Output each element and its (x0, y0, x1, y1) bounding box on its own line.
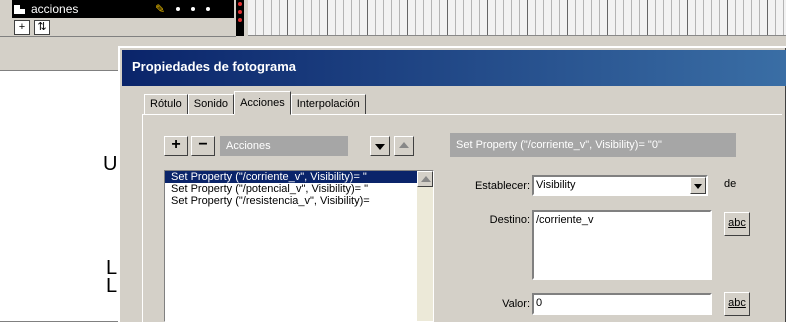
tab-interpolacion[interactable]: Interpolación (290, 94, 366, 114)
plus-icon: + (171, 136, 181, 153)
tab-acciones[interactable]: Acciones (234, 91, 291, 115)
tab-rotulo[interactable]: Rótulo (144, 94, 188, 114)
actions-list[interactable]: Set Property ("/corriente_v", Visibility… (164, 170, 434, 322)
list-item[interactable]: Set Property ("/resistencia_v", Visibili… (165, 195, 417, 207)
layer-row[interactable]: acciones ✎ (12, 0, 234, 18)
arrow-up-icon (399, 142, 409, 148)
pencil-icon[interactable]: ✎ (155, 3, 165, 15)
tab-strip: Rótulo Sonido Acciones Interpolación (144, 91, 366, 115)
list-scrollbar[interactable] (417, 171, 433, 321)
layer-name: acciones (31, 2, 79, 16)
remove-action-button[interactable]: − (191, 136, 215, 156)
add-layer-icon[interactable]: + (14, 20, 30, 35)
arrow-down-icon (375, 144, 385, 150)
property-select[interactable]: Visibility (532, 175, 708, 196)
value-field[interactable]: 0 (532, 293, 712, 315)
expression-button[interactable]: abc (724, 212, 750, 236)
actions-dropdown[interactable]: Acciones (220, 136, 348, 156)
action-detail-header: Set Property ("/corriente_v", Visibility… (450, 133, 736, 157)
outline-dot[interactable] (206, 7, 210, 11)
timeline-divider (0, 36, 236, 37)
lock-dot[interactable] (191, 7, 195, 11)
list-item[interactable]: Set Property ("/corriente_v", Visibility… (165, 171, 417, 183)
stage: U L L (0, 70, 122, 322)
title-bar[interactable]: Propiedades de fotograma (122, 50, 786, 86)
arrow-up-icon (421, 176, 431, 182)
keyframe-marker[interactable] (236, 0, 244, 36)
add-action-button[interactable]: + (164, 136, 188, 156)
tab-sonido[interactable]: Sonido (187, 94, 235, 114)
list-item[interactable]: Set Property ("/potencial_v", Visibility… (165, 183, 417, 195)
stage-text: U (103, 153, 118, 175)
de-label: de (724, 178, 737, 190)
move-up-button[interactable] (394, 136, 414, 156)
property-select-value: Visibility (536, 179, 576, 191)
target-field[interactable]: /corriente_v (532, 210, 712, 280)
valor-label: Valor: (502, 298, 530, 310)
add-guide-layer-icon[interactable]: ⇅ (34, 20, 50, 35)
stage-text: L (106, 275, 118, 297)
establecer-label: Establecer: (474, 180, 530, 192)
destino-label: Destino: (489, 214, 530, 226)
dialog-title: Propiedades de fotograma (132, 59, 296, 74)
minus-icon: − (198, 136, 208, 153)
visibility-dot[interactable] (176, 7, 180, 11)
scroll-up-button[interactable] (417, 171, 433, 187)
layer-icon (14, 4, 25, 14)
frames-grid[interactable] (248, 0, 786, 36)
select-arrow-button[interactable] (690, 177, 706, 194)
move-down-button[interactable] (370, 136, 390, 156)
value-expression-button[interactable]: abc (724, 292, 750, 316)
chevron-down-icon (694, 184, 702, 189)
